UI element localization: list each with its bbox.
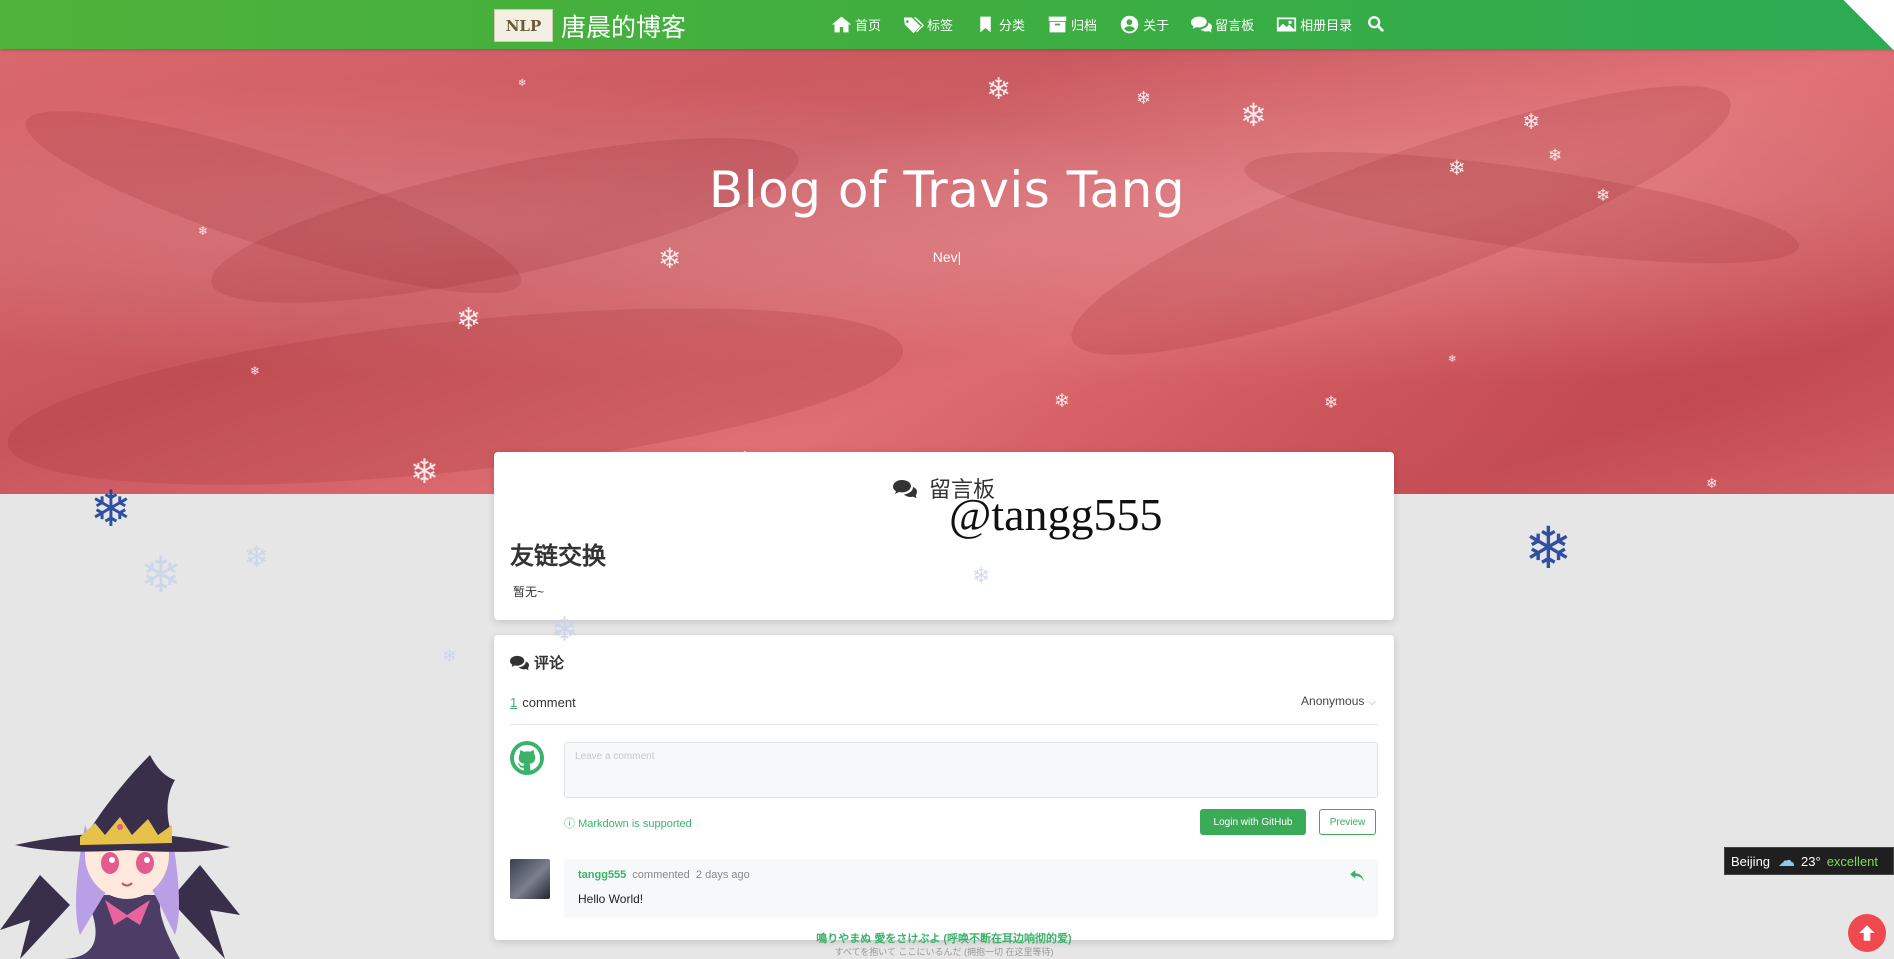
snowflake: ❄: [1240, 96, 1267, 134]
lyric-line: 鳴りやまぬ 愛をさけぶよ (呼唤不断在耳边响彻的爱): [816, 933, 1072, 945]
comments-icon: [892, 480, 917, 499]
snowflake: ❄: [1548, 146, 1563, 166]
snowflake: ❄: [1202, 462, 1213, 476]
brand-logo: NLP: [494, 9, 553, 42]
nav-item-label: 首页: [855, 18, 882, 33]
comments-card: 评论 1 comment Anonymous ⌵ Leave a comment ⓘ…: [494, 635, 1394, 940]
snowflake: ❄: [1596, 186, 1611, 206]
corner-ribbon[interactable]: [1844, 0, 1894, 50]
nav-item-tags[interactable]: 标签: [903, 15, 953, 34]
markdown-tip-text: Markdown is supported: [578, 818, 692, 830]
weather-temperature: 23°: [1801, 853, 1821, 869]
snowflake: ❄: [1136, 88, 1152, 109]
comment-count-label: comment: [522, 695, 576, 710]
nav-item-label: 相册目录: [1300, 18, 1353, 33]
nav-item-label: 关于: [1143, 18, 1170, 33]
comment-time: 2 days ago: [695, 869, 750, 881]
main-menu: 首页 标签 分类 归档 关于 留言板 相册目录: [831, 0, 1374, 49]
comment-body: Hello World!: [578, 892, 644, 906]
image-icon: [1276, 17, 1297, 32]
identity-label: Anonymous: [1301, 694, 1365, 708]
snowflake: ❄: [140, 546, 182, 604]
search-icon[interactable]: [1367, 15, 1385, 33]
nav-item-label: 留言板: [1215, 18, 1255, 33]
arrow-up-icon: [1859, 925, 1875, 941]
snowflake: ❄: [550, 610, 579, 650]
comment-count: 1 comment: [510, 695, 576, 710]
lyric-line: すべてを抱いて ここにいるんだ (拥抱一切 在这里等待): [834, 947, 1054, 957]
comment-author[interactable]: tangg555: [578, 869, 626, 881]
back-to-top-button[interactable]: [1848, 914, 1886, 952]
chevron-down-icon: ⌵: [1368, 697, 1376, 708]
snowflake: ❄: [90, 480, 132, 538]
nav-item-label: 标签: [927, 18, 954, 33]
nav-item-about[interactable]: 关于: [1119, 15, 1169, 34]
snowflake: ❄: [250, 364, 261, 378]
snowflake: ❄: [972, 564, 991, 589]
nav-item-guestbook[interactable]: 留言板: [1191, 15, 1254, 34]
friend-links-title: 友链交换: [510, 543, 606, 570]
home-icon: [831, 16, 852, 33]
hero-banner: Blog of Travis Tang Nev|: [0, 49, 1894, 494]
comment-count-number[interactable]: 1: [510, 695, 517, 710]
snowflake: ❄: [1524, 514, 1573, 582]
comment-action: commented: [632, 869, 690, 881]
snowflake: ❄: [198, 224, 209, 238]
author-watermark: @tangg555: [949, 489, 1163, 540]
comment-meta: tangg555 commented 2 days ago: [578, 869, 750, 881]
archive-icon: [1048, 16, 1067, 33]
comments-icon: [510, 655, 529, 670]
markdown-tip[interactable]: ⓘ Markdown is supported: [564, 815, 692, 831]
snowflake: ❄: [1706, 476, 1718, 492]
snowflake: ❄: [986, 72, 1012, 107]
login-with-github-button[interactable]: Login with GitHub: [1200, 809, 1306, 835]
weather-widget[interactable]: Beijing ☁ 23° excellent: [1724, 847, 1894, 875]
divider: [510, 724, 1378, 725]
avatar[interactable]: [510, 859, 550, 899]
comments-heading-text: 评论: [534, 655, 565, 672]
bookmark-icon: [980, 16, 991, 33]
comments-heading: 评论: [510, 652, 564, 673]
snowflake: ❄: [442, 646, 458, 667]
comments-icon: [1191, 16, 1213, 33]
preview-button[interactable]: Preview: [1319, 809, 1376, 835]
snowflake: ❄: [732, 446, 758, 481]
user-circle-icon: [1120, 15, 1139, 34]
brand-title[interactable]: 唐晨的博客: [561, 8, 686, 44]
snowflake: ❄: [456, 302, 482, 337]
weather-city: Beijing: [1731, 853, 1771, 869]
nav-item-categories[interactable]: 分类: [975, 15, 1025, 34]
live2d-mascot[interactable]: [0, 755, 240, 959]
brand[interactable]: NLP 唐晨的博客: [494, 9, 686, 42]
nav-item-home[interactable]: 首页: [831, 15, 881, 34]
reply-icon[interactable]: [1350, 870, 1364, 882]
nav-item-gallery[interactable]: 相册目录: [1276, 15, 1352, 34]
snowflake: ❄: [244, 540, 270, 575]
friend-links-empty: 暂无~: [513, 585, 545, 599]
snowflake: ❄: [518, 78, 527, 89]
air-quality: excellent: [1826, 853, 1879, 869]
nav-item-label: 归档: [1071, 18, 1098, 33]
snowflake: ❄: [1054, 390, 1070, 412]
top-navbar: NLP 唐晨的博客 首页 标签 分类 归档 关于 留言板 相册目录: [0, 0, 1894, 49]
identity-dropdown[interactable]: Anonymous ⌵: [1301, 694, 1376, 708]
snowflake: ❄: [1522, 110, 1541, 135]
tags-icon: [903, 17, 925, 34]
snowflake: ❄: [1448, 354, 1457, 365]
snowflake: ❄: [1324, 393, 1339, 413]
comment-item: tangg555 commented 2 days ago Hello World…: [564, 859, 1378, 918]
snowflake: ❄: [1448, 156, 1466, 180]
snowflake: ❄: [1258, 466, 1280, 496]
github-avatar: [510, 741, 544, 775]
nav-item-label: 分类: [999, 18, 1026, 33]
snowflake: ❄: [658, 242, 682, 275]
github-icon: [514, 745, 540, 771]
nav-item-archive[interactable]: 归档: [1047, 15, 1097, 34]
hero-typing-subtitle: Nev|: [932, 249, 962, 265]
comment-textarea[interactable]: Leave a comment: [564, 742, 1378, 798]
partly-cloudy-icon: ☁: [1778, 851, 1796, 870]
snowflake: ❄: [410, 452, 439, 492]
